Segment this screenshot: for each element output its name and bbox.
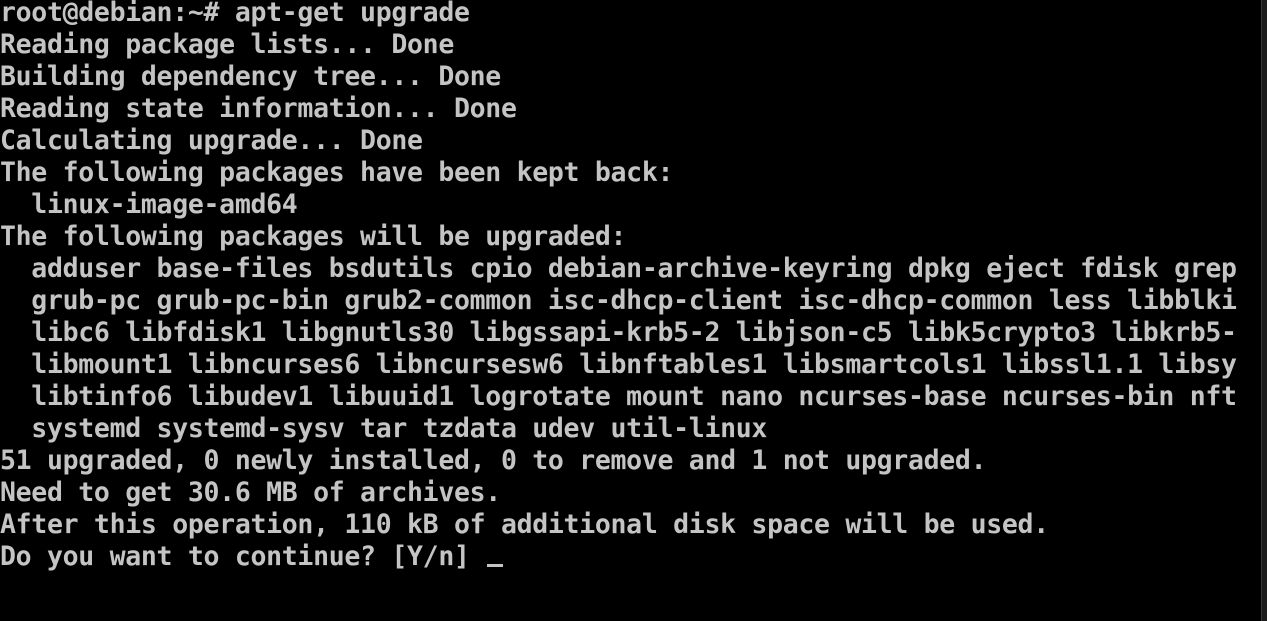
- upgrade-package-line: systemd systemd-sysv tar tzdata udev uti…: [0, 413, 768, 444]
- output-line: The following packages have been kept ba…: [0, 157, 674, 188]
- confirm-prompt-text: Do you want to continue? [Y/n]: [0, 541, 486, 572]
- window-right-edge: [1261, 0, 1267, 621]
- upgrade-package-line: adduser base-files bsdutils cpio debian-…: [0, 253, 1237, 284]
- upgrade-package-line: libtinfo6 libudev1 libuuid1 logrotate mo…: [0, 381, 1237, 412]
- upgrade-package-line: libc6 libfdisk1 libgnutls30 libgssapi-kr…: [0, 317, 1237, 348]
- summary-line: 51 upgraded, 0 newly installed, 0 to rem…: [0, 445, 987, 476]
- kept-back-package-line: linux-image-amd64: [0, 189, 298, 220]
- confirm-prompt-line[interactable]: Do you want to continue? [Y/n]: [0, 541, 1237, 573]
- output-line: Reading state information... Done: [0, 93, 517, 124]
- terminal-window[interactable]: root@debian:~# apt-get upgrade Reading p…: [0, 0, 1262, 621]
- download-size-line: Need to get 30.6 MB of archives.: [0, 477, 501, 508]
- text-cursor[interactable]: [487, 564, 504, 567]
- output-line: The following packages will be upgraded:: [0, 221, 627, 252]
- output-line: Reading package lists... Done: [0, 29, 454, 60]
- upgrade-package-line: grub-pc grub-pc-bin grub2-common isc-dhc…: [0, 285, 1237, 316]
- output-line: Calculating upgrade... Done: [0, 125, 423, 156]
- upgrade-package-line: libmount1 libncurses6 libncursesw6 libnf…: [0, 349, 1237, 380]
- output-line: Building dependency tree... Done: [0, 61, 501, 92]
- disk-space-line: After this operation, 110 kB of addition…: [0, 509, 1049, 540]
- terminal-output: root@debian:~# apt-get upgrade Reading p…: [0, 0, 1237, 573]
- command-line: root@debian:~# apt-get upgrade: [0, 0, 470, 28]
